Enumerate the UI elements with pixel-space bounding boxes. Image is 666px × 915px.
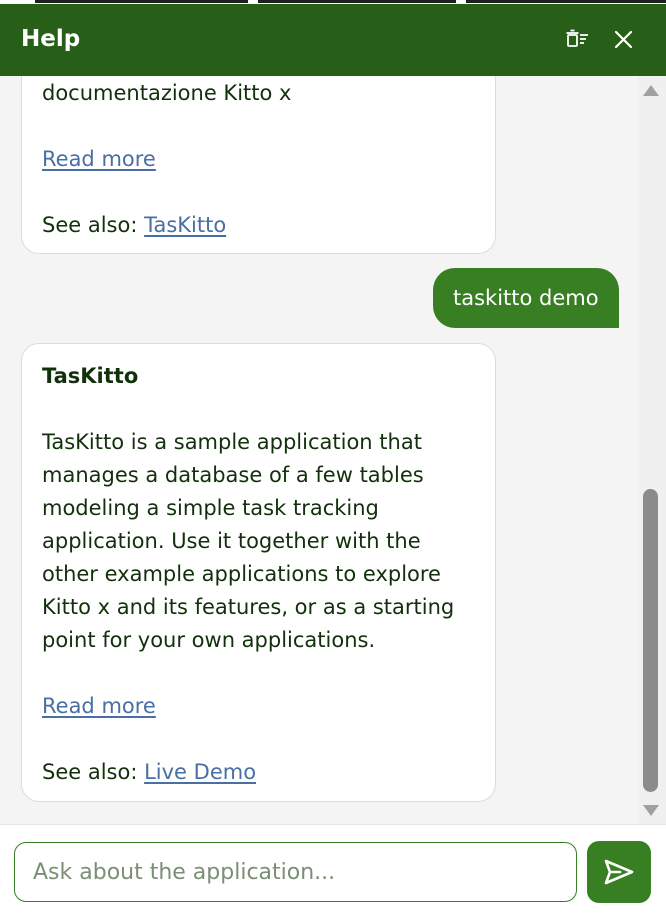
scroll-down-arrow-icon[interactable] (643, 805, 659, 816)
close-icon (614, 30, 633, 49)
chat-header: Help (0, 4, 666, 76)
clear-history-button[interactable] (564, 26, 592, 54)
read-more-link[interactable]: Read more (42, 147, 156, 171)
read-more-link[interactable]: Read more (42, 694, 156, 718)
see-also-label: See also: (42, 760, 145, 784)
assistant-message: TasKitto TasKitto is a sample applicatio… (21, 343, 496, 802)
scroll-up-arrow-icon[interactable] (643, 85, 659, 96)
user-message: taskitto demo (433, 268, 619, 328)
send-icon (604, 859, 634, 885)
help-chat-window: Help documentazione Kitto x Read more Se… (0, 0, 666, 915)
send-button[interactable] (587, 841, 651, 903)
header-title: Help (21, 26, 81, 52)
message-title: TasKitto (42, 364, 139, 388)
close-button[interactable] (610, 26, 638, 54)
see-also-link[interactable]: Live Demo (144, 760, 256, 784)
assistant-message: documentazione Kitto x Read more See als… (21, 76, 496, 254)
chat-scrollbar[interactable] (638, 76, 666, 824)
message-text: documentazione Kitto x (42, 81, 292, 105)
see-also-label: See also: (42, 213, 145, 237)
see-also-link[interactable]: TasKitto (144, 213, 226, 237)
clear-history-icon (566, 29, 588, 47)
chat-input[interactable] (14, 842, 577, 902)
scroll-thumb[interactable] (643, 489, 658, 792)
message-text: TasKitto is a sample application that ma… (42, 430, 455, 652)
input-bar (0, 824, 666, 915)
chat-messages[interactable]: documentazione Kitto x Read more See als… (0, 76, 638, 824)
